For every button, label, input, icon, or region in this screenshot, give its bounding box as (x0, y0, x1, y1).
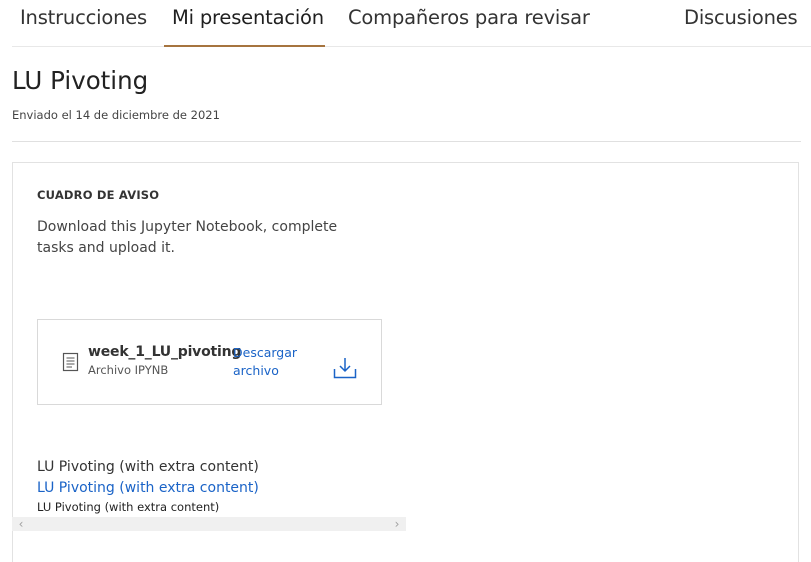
scroll-right-icon[interactable]: › (390, 517, 404, 531)
active-tab-indicator (164, 45, 325, 47)
download-icon[interactable] (333, 357, 357, 379)
submitted-date: Enviado el 14 de diciembre de 2021 (12, 108, 220, 122)
tab-instrucciones[interactable]: Instrucciones (20, 6, 147, 29)
document-icon (62, 352, 79, 372)
tab-bar-divider (12, 46, 811, 47)
prompt-body: Download this Jupyter Notebook, complete… (37, 219, 338, 256)
submission-title: LU Pivoting (12, 66, 149, 95)
prompt-heading: CUADRO DE AVISO (37, 188, 160, 202)
horizontal-scrollbar[interactable]: ‹ › (12, 517, 406, 531)
tab-companeros-para-revisar[interactable]: Compañeros para revisar (348, 6, 590, 29)
tab-mi-presentacion[interactable]: Mi presentación (172, 6, 324, 29)
file-attachment-card (37, 319, 382, 405)
content-title-text: LU Pivoting (with extra content) (37, 459, 259, 475)
tab-bar: Instrucciones Mi presentación Compañeros… (0, 0, 811, 47)
tab-discusiones[interactable]: Discusiones (684, 6, 798, 29)
file-name: week_1_LU_pivoting (88, 344, 242, 360)
scroll-left-icon[interactable]: ‹ (14, 517, 28, 531)
section-divider (12, 141, 801, 142)
content-title-small: LU Pivoting (with extra content) (37, 500, 220, 514)
content-title-link[interactable]: LU Pivoting (with extra content) (37, 480, 259, 496)
download-file-link[interactable]: Descargar archivo (233, 344, 313, 380)
file-type: Archivo IPYNB (88, 363, 169, 377)
